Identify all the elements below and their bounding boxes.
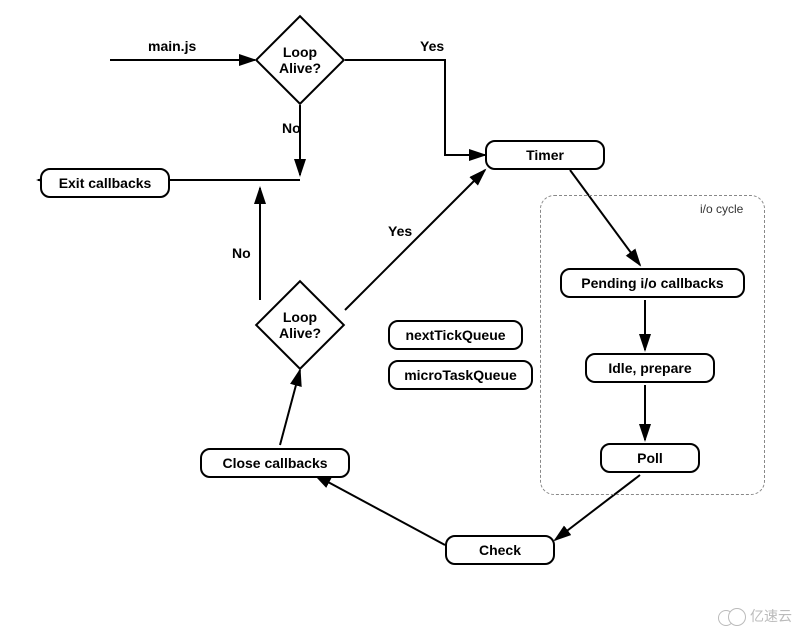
node-timer: Timer bbox=[485, 140, 605, 170]
node-poll: Poll bbox=[600, 443, 700, 473]
branch-yes-bottom: Yes bbox=[388, 223, 412, 239]
watermark: 亿速云 bbox=[718, 606, 792, 626]
branch-no-bottom: No bbox=[232, 245, 251, 261]
node-micro-task-queue: microTaskQueue bbox=[388, 360, 533, 390]
node-idle-prepare: Idle, prepare bbox=[585, 353, 715, 383]
decision-loop-alive-top: Loop Alive? bbox=[255, 15, 345, 105]
node-exit-callbacks: Exit callbacks bbox=[40, 168, 170, 198]
entry-label: main.js bbox=[148, 38, 196, 54]
node-pending-io-callbacks: Pending i/o callbacks bbox=[560, 268, 745, 298]
node-check: Check bbox=[445, 535, 555, 565]
watermark-text: 亿速云 bbox=[750, 606, 792, 626]
decision-loop-alive-bottom: Loop Alive? bbox=[255, 280, 345, 370]
node-next-tick-queue: nextTickQueue bbox=[388, 320, 523, 350]
group-io-cycle-label: i/o cycle bbox=[700, 202, 743, 216]
decision-bottom-label: Loop Alive? bbox=[255, 280, 345, 370]
decision-top-label: Loop Alive? bbox=[255, 15, 345, 105]
branch-yes-top: Yes bbox=[420, 38, 444, 54]
node-close-callbacks: Close callbacks bbox=[200, 448, 350, 478]
cloud-icon bbox=[718, 607, 746, 625]
branch-no-top: No bbox=[282, 120, 301, 136]
